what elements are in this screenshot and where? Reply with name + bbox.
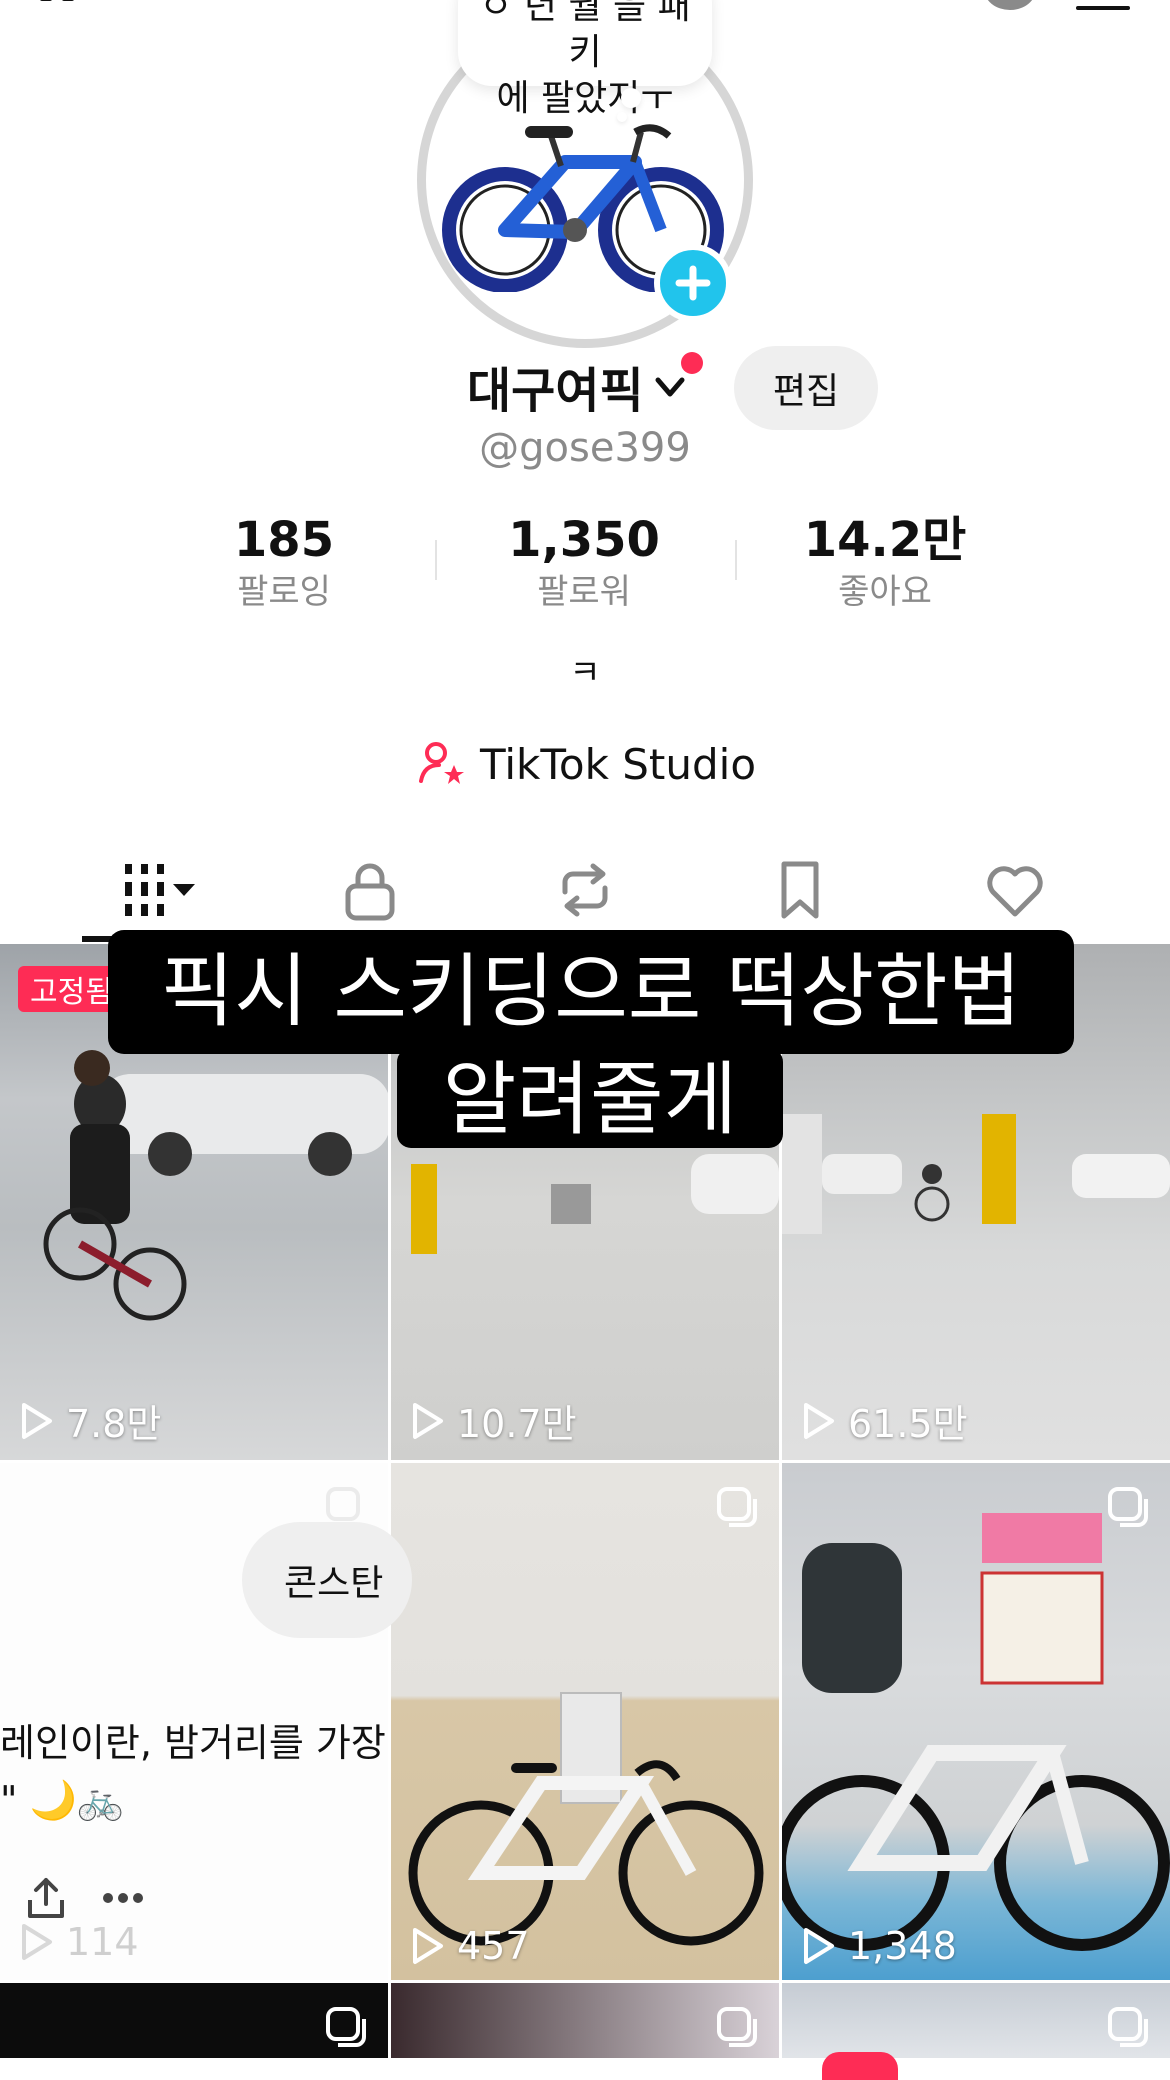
subway-bicycle-image [782,1513,1170,1951]
chevron-down-icon [655,377,685,397]
stat-divider [735,540,737,580]
profile-note-bubble[interactable]: ㅇ 년 월 을 패 키 에 팔았지ㅜ [458,0,712,119]
play-icon [413,1928,443,1964]
stat-followers[interactable]: 1,350 팔로워 [469,510,699,614]
garage-scene-image [43,1050,388,1321]
stat-divider [435,540,437,580]
view-count: 61.5만 [800,1393,968,1448]
lock-icon [345,863,395,921]
photo-carousel-icon [1108,1487,1148,1527]
followers-count: 1,350 [508,512,660,568]
photo-carousel-icon [717,2007,757,2047]
tab-favorites[interactable] [750,850,850,930]
bookmark-icon [781,861,819,919]
view-count-value: 1,348 [848,1924,957,1968]
creator-studio-icon [419,742,464,784]
photo-carousel-icon [326,2007,366,2047]
profile-tabs [0,850,1170,940]
play-icon [804,1402,834,1439]
view-count: 114 [18,1920,139,1964]
tab-private[interactable] [320,850,420,930]
inbox-badge [822,2052,898,2080]
play-icon [22,1402,52,1439]
status-time [40,0,110,6]
play-icon [804,1928,834,1964]
view-count-value: 61.5만 [848,1402,968,1446]
likes-count: 14.2만 [803,512,967,568]
view-count: 10.7만 [409,1393,577,1448]
view-count-value: 114 [66,1920,139,1964]
view-count: 457 [409,1924,530,1968]
following-label: 팔로잉 [237,572,331,612]
note-line-1: ㅇ 년 월 을 패 키 [479,0,691,73]
heart-icon [987,866,1043,917]
parking-garage-image [782,1114,1170,1234]
photo-carousel-icon [1108,2007,1148,2047]
plus-icon [675,265,711,301]
menu-icon[interactable] [1076,6,1130,10]
video-tile[interactable]: 457 [391,1463,779,1980]
stat-following[interactable]: 185 팔로잉 [169,510,399,614]
post-text: 레인이란, 밤거리를 가장 아 [0,1721,390,1765]
notification-dot [681,352,703,374]
display-name: 대구여픽 [467,363,644,419]
share-icon[interactable] [26,1876,66,1920]
note-bubble-tail [621,88,641,108]
post-emoji-text: " 🌙🚲 [0,1778,125,1822]
studio-label: TikTok Studio [480,739,757,789]
likes-label: 좋아요 [838,572,932,612]
display-name-row[interactable]: 대구여픽 [467,350,690,422]
parking-lot-image [411,1154,779,1254]
view-count-value: 10.7만 [457,1402,577,1446]
edit-profile-button[interactable]: 편집 [734,346,878,430]
add-story-button[interactable] [654,244,732,322]
grid-filter-icon [125,864,195,916]
post-chat-bubble: 콘스탄 [242,1522,412,1638]
photo-carousel-icon [717,1487,757,1527]
view-count: 7.8만 [18,1393,161,1448]
stat-likes[interactable]: 14.2만 좋아요 [770,510,1000,614]
note-line-2: 에 팔았지ㅜ [496,78,674,119]
bottom-nav [0,2052,1170,2080]
tab-liked[interactable] [965,850,1065,930]
view-count-value: 7.8만 [66,1402,162,1446]
profile-bio: ㅋ [569,653,601,693]
tab-videos[interactable] [102,850,212,930]
view-count-value: 457 [457,1924,530,1968]
view-count: 1,348 [800,1924,957,1968]
video-tile[interactable]: 1,348 [782,1463,1170,1980]
video-tile[interactable] [391,1983,779,2063]
username: @gose399 [479,425,691,471]
account-switch-avatar[interactable] [984,0,1036,10]
header-actions [984,0,1130,10]
video-tile[interactable] [0,1983,388,2063]
video-tile[interactable] [782,1983,1170,2063]
followers-label: 팔로워 [537,572,631,612]
repost-icon [562,863,608,917]
video-caption-line-2: 알려줄게 [397,1048,783,1148]
video-caption-line-1: 픽시 스키딩으로 떡상한법 [108,930,1074,1054]
play-icon [413,1402,443,1439]
tab-reposts[interactable] [535,850,635,930]
tiktok-studio-link[interactable]: TikTok Studio [418,738,756,790]
more-icon[interactable] [102,1892,144,1904]
play-icon [22,1924,52,1960]
following-count: 185 [233,512,335,568]
note-bubble-tail [617,112,627,122]
